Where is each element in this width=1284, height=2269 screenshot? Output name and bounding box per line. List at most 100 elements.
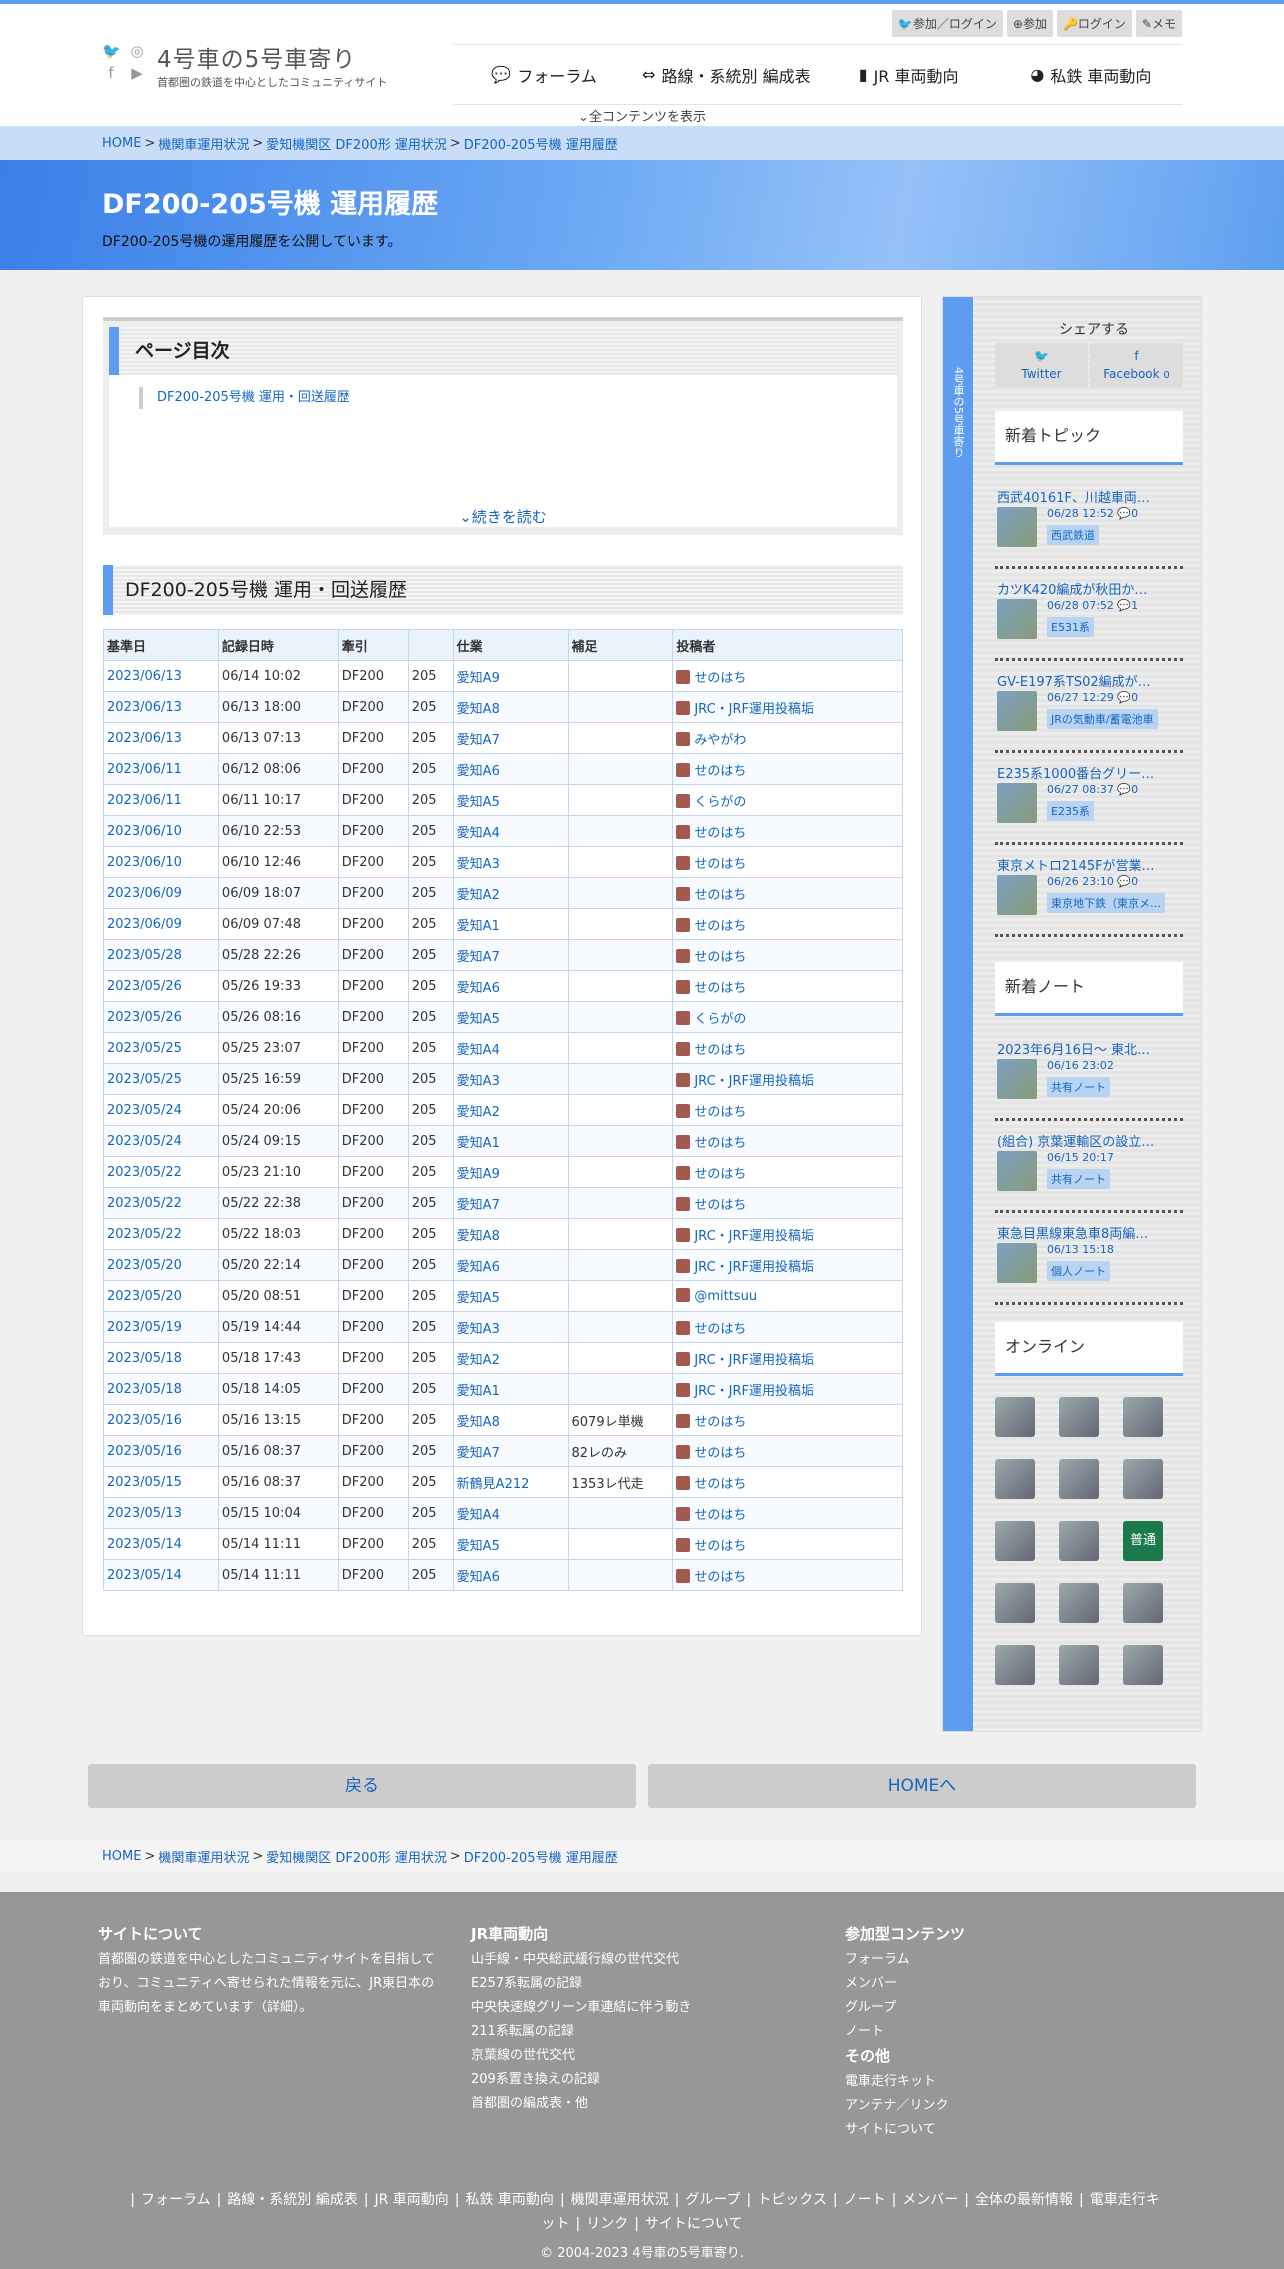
nav-formation[interactable]: ⇔ 路線・系統別 編成表	[635, 45, 817, 104]
poster-link[interactable]: せのはち	[694, 1539, 746, 1554]
footer-nav-link[interactable]: リンク	[586, 2216, 628, 2232]
instagram-icon[interactable]: ◎	[128, 42, 146, 60]
date-link[interactable]: 2023/06/09	[107, 886, 182, 901]
breadcrumb-home[interactable]: HOME	[102, 1849, 141, 1864]
footer-link[interactable]: 中央快速線グリーン車連結に伴う動き	[471, 1996, 791, 2020]
duty-link[interactable]: 愛知A5	[457, 1539, 500, 1554]
poster-link[interactable]: せのはち	[694, 1198, 746, 1213]
online-user-avatar[interactable]	[1059, 1645, 1099, 1685]
breadcrumb-current[interactable]: DF200-205号機 運用履歴	[464, 134, 618, 153]
footer-nav-link[interactable]: 機関車運用状況	[571, 2192, 669, 2208]
poster-link[interactable]: せのはち	[694, 764, 746, 779]
duty-link[interactable]: 愛知A9	[457, 671, 500, 686]
poster-link[interactable]: くらがの	[694, 795, 746, 810]
poster-link[interactable]: せのはち	[694, 671, 746, 686]
duty-link[interactable]: 愛知A1	[457, 919, 500, 934]
note-tag[interactable]: 共有ノート	[1047, 1169, 1110, 1189]
poster-link[interactable]: せのはち	[694, 1043, 746, 1058]
footer-nav-link[interactable]: フォーラム	[141, 2192, 211, 2208]
topic-tag[interactable]: E235系	[1047, 801, 1094, 821]
facebook-share-button[interactable]: f Facebook 0	[1090, 343, 1183, 387]
twitter-share-button[interactable]: 🐦 Twitter	[995, 343, 1088, 387]
online-user-avatar[interactable]: 普通	[1123, 1521, 1163, 1561]
poster-link[interactable]: JRC・JRF運用投稿垢	[694, 702, 814, 717]
date-link[interactable]: 2023/05/28	[107, 948, 182, 963]
read-more-link[interactable]: ⌄続きを読む	[109, 506, 897, 527]
duty-link[interactable]: 愛知A7	[457, 950, 500, 965]
poster-link[interactable]: せのはち	[694, 1105, 746, 1120]
topic-item[interactable]: カツK420編成が秋田か… 06/28 07:52 💬1 E531系	[995, 575, 1183, 661]
footer-link[interactable]: ノート	[845, 2020, 1145, 2044]
online-user-avatar[interactable]	[995, 1521, 1035, 1561]
topic-title[interactable]: 西武40161F、川越車両…	[995, 487, 1183, 506]
footer-nav-link[interactable]: 私鉄 車両動向	[465, 2192, 553, 2208]
footer-nav-link[interactable]: 全体の最新情報	[975, 2192, 1073, 2208]
date-link[interactable]: 2023/05/15	[107, 1475, 182, 1490]
date-link[interactable]: 2023/05/18	[107, 1351, 182, 1366]
topic-tag[interactable]: 東京地下鉄（東京メ…	[1047, 893, 1165, 913]
poster-link[interactable]: JRC・JRF運用投稿垢	[694, 1229, 814, 1244]
duty-link[interactable]: 愛知A6	[457, 1570, 500, 1585]
note-item[interactable]: (組合) 京葉運輸区の設立… 06/15 20:17 共有ノート	[995, 1127, 1183, 1213]
duty-link[interactable]: 愛知A7	[457, 733, 500, 748]
poster-link[interactable]: JRC・JRF運用投稿垢	[694, 1384, 814, 1399]
topic-title[interactable]: カツK420編成が秋田か…	[995, 579, 1183, 598]
footer-link[interactable]: 山手線・中央総武緩行線の世代交代	[471, 1948, 791, 1972]
duty-link[interactable]: 愛知A6	[457, 981, 500, 996]
poster-link[interactable]: せのはち	[694, 1136, 746, 1151]
note-item[interactable]: 東急目黒線東急車8両編… 06/13 15:18 個人ノート	[995, 1219, 1183, 1305]
date-link[interactable]: 2023/06/10	[107, 855, 182, 870]
duty-link[interactable]: 愛知A7	[457, 1446, 500, 1461]
topic-tag[interactable]: 西武鉄道	[1047, 525, 1099, 545]
footer-nav-link[interactable]: トピックス	[757, 2192, 827, 2208]
online-user-avatar[interactable]	[1123, 1645, 1163, 1685]
footer-link[interactable]: グループ	[845, 1996, 1145, 2020]
date-link[interactable]: 2023/05/20	[107, 1258, 182, 1273]
date-link[interactable]: 2023/05/22	[107, 1165, 182, 1180]
login-button[interactable]: 🔑ログイン	[1056, 10, 1132, 37]
footer-link[interactable]: サイトについて	[845, 2118, 1145, 2142]
date-link[interactable]: 2023/05/24	[107, 1103, 182, 1118]
site-title[interactable]: 4号車の5号車寄り	[157, 40, 356, 74]
online-user-avatar[interactable]	[1059, 1583, 1099, 1623]
note-title[interactable]: (組合) 京葉運輸区の設立…	[995, 1131, 1183, 1150]
date-link[interactable]: 2023/05/16	[107, 1444, 182, 1459]
footer-link[interactable]: 211系転属の記録	[471, 2020, 791, 2044]
duty-link[interactable]: 愛知A3	[457, 857, 500, 872]
join-login-button[interactable]: 🐦参加／ログイン	[891, 10, 1003, 37]
footer-nav-link[interactable]: メンバー	[902, 2192, 958, 2208]
date-link[interactable]: 2023/05/14	[107, 1568, 182, 1583]
footer-link[interactable]: フォーラム	[845, 1948, 1145, 1972]
poster-link[interactable]: せのはち	[694, 888, 746, 903]
note-title[interactable]: 2023年6月16日〜 東北…	[995, 1039, 1183, 1058]
duty-link[interactable]: 愛知A7	[457, 1198, 500, 1213]
duty-link[interactable]: 愛知A8	[457, 1229, 500, 1244]
duty-link[interactable]: 愛知A3	[457, 1074, 500, 1089]
online-user-avatar[interactable]	[1059, 1397, 1099, 1437]
footer-nav-link[interactable]: ノート	[844, 2192, 886, 2208]
memo-button[interactable]: ✎メモ	[1135, 10, 1182, 37]
note-title[interactable]: 東急目黒線東急車8両編…	[995, 1223, 1183, 1242]
footer-nav-link[interactable]: サイトについて	[645, 2216, 743, 2232]
online-user-avatar[interactable]	[1123, 1397, 1163, 1437]
topic-title[interactable]: E235系1000番台グリー…	[995, 763, 1183, 782]
date-link[interactable]: 2023/06/13	[107, 731, 182, 746]
breadcrumb-loco[interactable]: 機関車運用状況	[158, 1847, 249, 1866]
online-user-avatar[interactable]	[1123, 1583, 1163, 1623]
poster-link[interactable]: せのはち	[694, 1508, 746, 1523]
duty-link[interactable]: 愛知A9	[457, 1167, 500, 1182]
poster-link[interactable]: @mittsuu	[694, 1289, 757, 1304]
poster-link[interactable]: JRC・JRF運用投稿垢	[694, 1353, 814, 1368]
duty-link[interactable]: 愛知A3	[457, 1322, 500, 1337]
duty-link[interactable]: 愛知A1	[457, 1136, 500, 1151]
date-link[interactable]: 2023/05/14	[107, 1537, 182, 1552]
date-link[interactable]: 2023/05/22	[107, 1196, 182, 1211]
note-tag[interactable]: 共有ノート	[1047, 1077, 1110, 1097]
online-user-avatar[interactable]	[1059, 1459, 1099, 1499]
date-link[interactable]: 2023/06/09	[107, 917, 182, 932]
nav-private[interactable]: ◕ 私鉄 車両動向	[1000, 45, 1182, 104]
breadcrumb-aichi[interactable]: 愛知機関区 DF200形 運用状況	[266, 134, 447, 153]
duty-link[interactable]: 愛知A5	[457, 1012, 500, 1027]
footer-link[interactable]: 京葉線の世代交代	[471, 2044, 791, 2068]
toc-item[interactable]: DF200-205号機 運用・回送履歴	[139, 387, 350, 409]
